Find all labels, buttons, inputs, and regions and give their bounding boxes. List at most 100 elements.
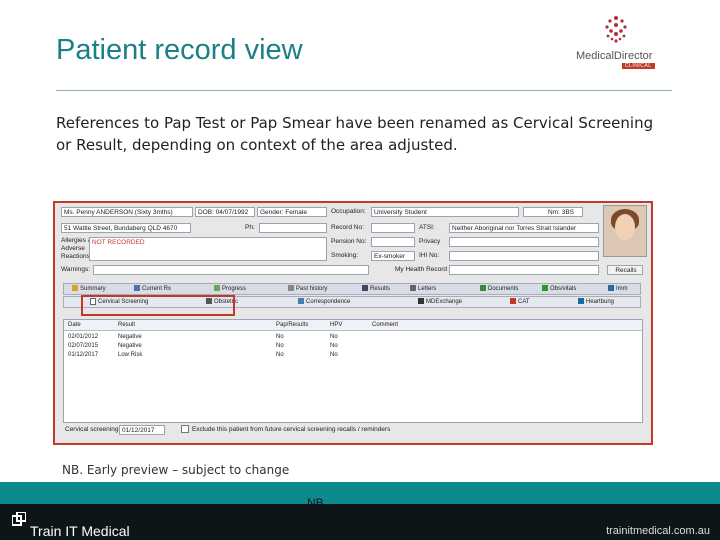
patient-gender: Gender: Female (257, 207, 327, 217)
tab-imm[interactable]: Imm (608, 284, 628, 294)
cell-result: Low Risk (118, 352, 143, 358)
tab-summary-label: Summary (80, 286, 106, 292)
col-hpv[interactable]: HPV (330, 321, 342, 330)
heartbung-icon (578, 298, 584, 305)
tab-past-history[interactable]: Past history (288, 284, 327, 294)
tab-results[interactable]: Results (362, 284, 390, 294)
tab-heartbung-label: Heartbung (586, 299, 615, 305)
patient-record-screenshot: Ms. Penny ANDERSON (Sixty 3mths) DOB: 04… (53, 201, 653, 445)
allergies-field[interactable]: NOT RECORDED (89, 237, 327, 261)
tab-documents-label: Documents (488, 286, 519, 292)
cell-pap: No (276, 343, 284, 349)
cell-date: 01/12/2017 (68, 352, 99, 358)
results-icon (362, 285, 368, 292)
col-result[interactable]: Result (118, 321, 135, 330)
rx-icon (134, 285, 140, 292)
ihi-field (449, 251, 599, 261)
tab-heartbung[interactable]: Heartbung (578, 297, 614, 307)
documents-icon (480, 285, 486, 292)
footer-band (0, 482, 720, 504)
patient-dob: DOB: 04/07/1992 (195, 207, 255, 217)
logo-badge: CLINICAL (622, 63, 655, 69)
medicaldirector-logo: MedicalDirector CLINICAL (574, 14, 666, 72)
patient-address: 51 Wattle Street, Bundaberg QLD 4670 (61, 223, 191, 233)
privacy-field (449, 237, 599, 247)
cell-result: Negative (118, 334, 142, 340)
footer-url[interactable]: trainitmedical.com.au (606, 525, 710, 537)
exclude-recall-option[interactable]: Exclude this patient from future cervica… (181, 425, 390, 435)
cell-pap: No (276, 334, 284, 340)
letters-icon (410, 285, 416, 292)
col-date[interactable]: Date (68, 321, 81, 330)
patient-name-select[interactable]: Ms. Penny ANDERSON (Sixty 3mths) (61, 207, 193, 217)
tab-correspondence[interactable]: Correspondence (298, 297, 350, 307)
occupation-label: Occupation: (331, 208, 366, 215)
record-no-label: Record No: (331, 224, 364, 231)
pension-label: Pension No: (331, 238, 367, 245)
tab-current-rx[interactable]: Current Rx (134, 284, 171, 294)
logo-dots-icon (605, 16, 627, 43)
logo-text: MedicalDirector (576, 50, 653, 62)
tab-letters-label: Letters (418, 286, 437, 292)
ihi-label: IHI No: (419, 252, 440, 259)
warnings-label: Warnings: (61, 266, 91, 273)
slide-footer: NB Train IT Medical trainitmedical.com.a… (0, 482, 720, 540)
exclude-checkbox[interactable] (181, 425, 189, 434)
my-health-record-label[interactable]: My Health Record (395, 265, 447, 275)
table-header: Date Result Pap/Results HPV Comment (64, 320, 642, 331)
history-icon (288, 285, 294, 292)
my-health-record-field (449, 265, 599, 275)
due-date-field[interactable]: 01/12/2017 (119, 425, 165, 435)
tab-imm-label: Imm (616, 286, 628, 292)
col-pap-results[interactable]: Pap/Results (276, 321, 308, 330)
tab-summary[interactable]: Summary (72, 284, 106, 294)
cervical-screening-highlight (81, 295, 235, 316)
occupation-field: University Student (371, 207, 519, 217)
atsi-field: Neither Aboriginal nor Torres Strait Isl… (449, 223, 599, 233)
phone-label: Ph: (245, 224, 255, 231)
tab-results-label: Results (370, 286, 391, 292)
cell-pap: No (276, 352, 284, 358)
imm-icon (608, 285, 614, 292)
smoking-label: Smoking: (331, 252, 359, 259)
summary-icon (72, 285, 78, 292)
tab-past-history-label: Past history (296, 286, 328, 292)
cervical-screening-table: Date Result Pap/Results HPV Comment 02/0… (63, 319, 643, 423)
tab-cat-label: CAT (518, 299, 530, 305)
exclude-label: Exclude this patient from future cervica… (192, 426, 391, 433)
cell-date: 02/01/2012 (68, 334, 99, 340)
title-divider (56, 90, 672, 91)
cat-icon (510, 298, 516, 305)
clinical-tabs-row1: Summary Current Rx Progress Past history… (63, 283, 641, 295)
cell-date: 02/07/2015 (68, 343, 99, 349)
patient-photo (603, 205, 647, 257)
obs-icon (542, 285, 548, 292)
cell-result: Negative (118, 343, 142, 349)
tab-documents[interactable]: Documents (480, 284, 518, 294)
cell-hpv: No (330, 343, 338, 349)
pension-field (371, 237, 415, 247)
tab-mdexchange[interactable]: MDExchange (418, 297, 462, 307)
tab-letters[interactable]: Letters (410, 284, 436, 294)
recalls-button[interactable]: Recalls (607, 265, 643, 275)
footer-brand: Train IT Medical (30, 523, 130, 539)
train-it-logo-icon (12, 512, 26, 526)
tab-progress-label: Progress (222, 286, 247, 292)
smoking-field: Ex-smoker (371, 251, 415, 261)
tab-obs-vitals[interactable]: Obs/vitals (542, 284, 576, 294)
tab-current-rx-label: Current Rx (142, 286, 172, 292)
tab-progress[interactable]: Progress (214, 284, 246, 294)
warnings-field[interactable] (93, 265, 369, 275)
correspondence-icon (298, 298, 304, 305)
phone-field (259, 223, 327, 233)
progress-icon (214, 285, 220, 292)
tab-obs-label: Obs/vitals (550, 286, 577, 292)
record-no-field (371, 223, 415, 233)
tab-cat[interactable]: CAT (510, 297, 530, 307)
col-comment[interactable]: Comment (372, 321, 398, 330)
tab-correspondence-label: Correspondence (306, 299, 351, 305)
cell-hpv: No (330, 352, 338, 358)
slide-title: Patient record view (56, 34, 303, 66)
patient-age: Nm: 3BS (523, 207, 583, 217)
reactions-label: Reactions: (61, 253, 92, 260)
